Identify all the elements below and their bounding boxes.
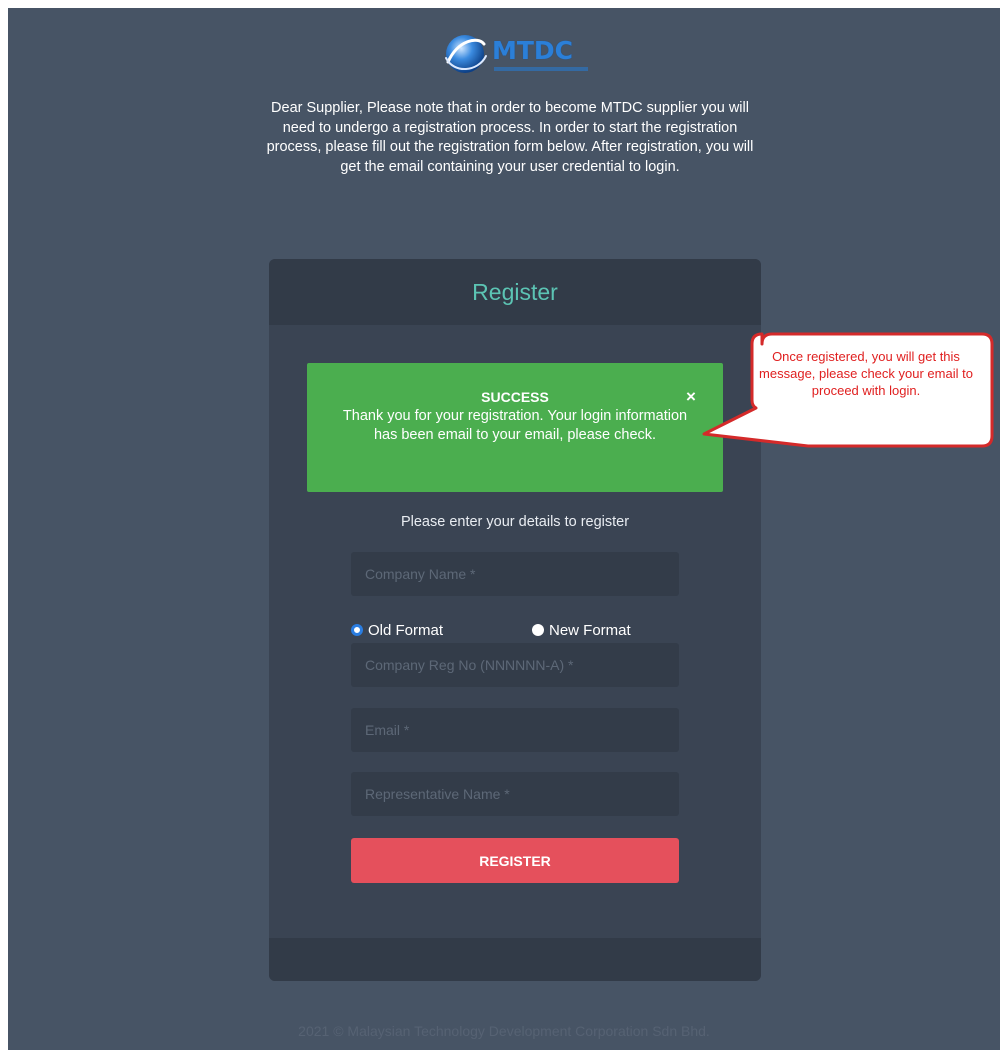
success-alert: SUCCESS Thank you for your registration.… (307, 363, 723, 492)
card-header: Register (269, 259, 761, 325)
radio-new-format-label: New Format (549, 621, 631, 639)
copyright-text: 2021 © Malaysian Technology Development … (298, 1023, 710, 1039)
company-reg-no-input[interactable] (351, 643, 679, 687)
alert-title: SUCCESS (481, 389, 549, 405)
radio-old-format[interactable]: Old Format (351, 619, 443, 641)
email-input[interactable] (351, 708, 679, 752)
mtdc-logo: MTDC (440, 30, 600, 82)
globe-icon (445, 35, 487, 73)
register-card: Register SUCCESS Thank you for your regi… (269, 259, 761, 981)
annotation-callout-text: Once registered, you will get this messa… (759, 349, 973, 398)
intro-text: Dear Supplier, Please note that in order… (266, 100, 754, 175)
card-title: Register (472, 279, 558, 305)
radio-new-format[interactable]: New Format (532, 619, 631, 641)
page-background: MTDC Dear Supplier, Please note that in … (8, 8, 1000, 1050)
radio-checked-icon (351, 624, 363, 636)
alert-message: Thank you for your registration. Your lo… (342, 408, 688, 443)
register-button[interactable]: REGISTER (351, 838, 679, 883)
close-icon[interactable]: × (683, 388, 699, 405)
form-instructions: Please enter your details to register (400, 514, 630, 530)
format-radio-group: Old Format New Format (351, 619, 681, 641)
radio-old-format-label: Old Format (368, 621, 444, 639)
logo-tagline-bar (494, 67, 588, 71)
card-footer (269, 938, 761, 981)
logo-brand-text: MTDC (492, 36, 574, 65)
radio-unchecked-icon (532, 624, 544, 636)
company-name-input[interactable] (351, 552, 679, 596)
representative-name-input[interactable] (351, 772, 679, 816)
